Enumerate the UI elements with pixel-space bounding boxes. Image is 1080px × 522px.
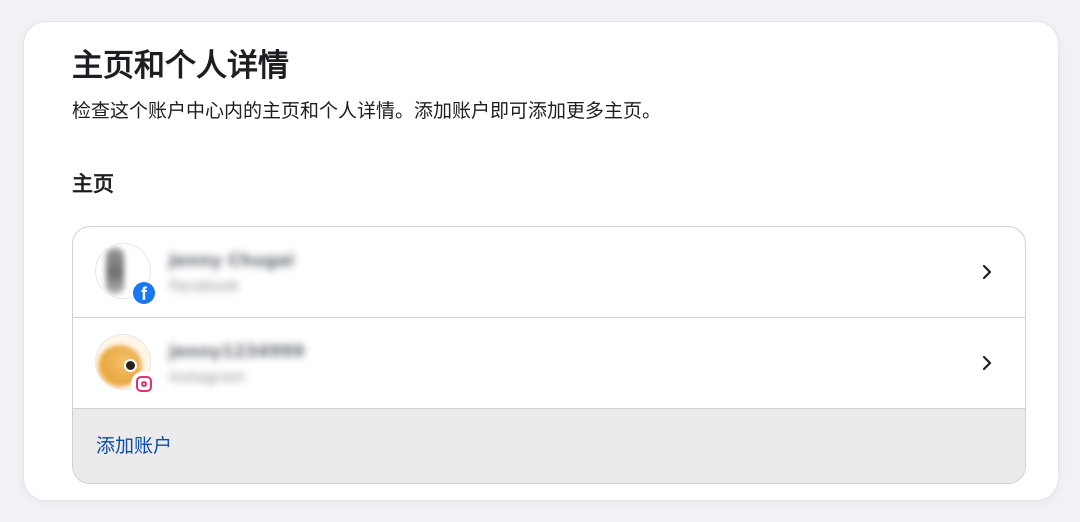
page-description: 检查这个账户中心内的主页和个人详情。添加账户即可添加更多主页。 xyxy=(72,100,662,122)
chevron-right-icon xyxy=(982,355,992,371)
chevron-right-icon xyxy=(982,264,992,280)
instagram-icon xyxy=(131,371,157,397)
redaction-block xyxy=(165,322,335,404)
page-title: 主页和个人详情 xyxy=(72,48,289,84)
facebook-icon: f xyxy=(131,280,157,306)
redaction-block xyxy=(165,231,335,313)
add-account-label: 添加账户 xyxy=(96,435,173,457)
account-row-facebook[interactable]: f Jenny Chugai Facebook xyxy=(73,227,1025,318)
account-platform: Instagram xyxy=(169,368,246,386)
avatar-image-eye xyxy=(126,361,135,370)
account-platform: Facebook xyxy=(169,277,240,295)
account-name: jenny1234999 xyxy=(169,342,305,362)
account-list: f Jenny Chugai Facebook jenny1234999 Ins… xyxy=(72,226,1026,484)
account-name: Jenny Chugai xyxy=(169,251,295,271)
avatar-image xyxy=(106,248,124,294)
instagram-glyph xyxy=(136,376,152,392)
facebook-glyph: f xyxy=(133,282,155,304)
add-account-button[interactable]: 添加账户 xyxy=(73,409,1025,483)
section-title-profiles: 主页 xyxy=(72,172,114,196)
account-row-instagram[interactable]: jenny1234999 Instagram xyxy=(73,318,1025,409)
profiles-card: 主页和个人详情 检查这个账户中心内的主页和个人详情。添加账户即可添加更多主页。 … xyxy=(24,22,1058,500)
